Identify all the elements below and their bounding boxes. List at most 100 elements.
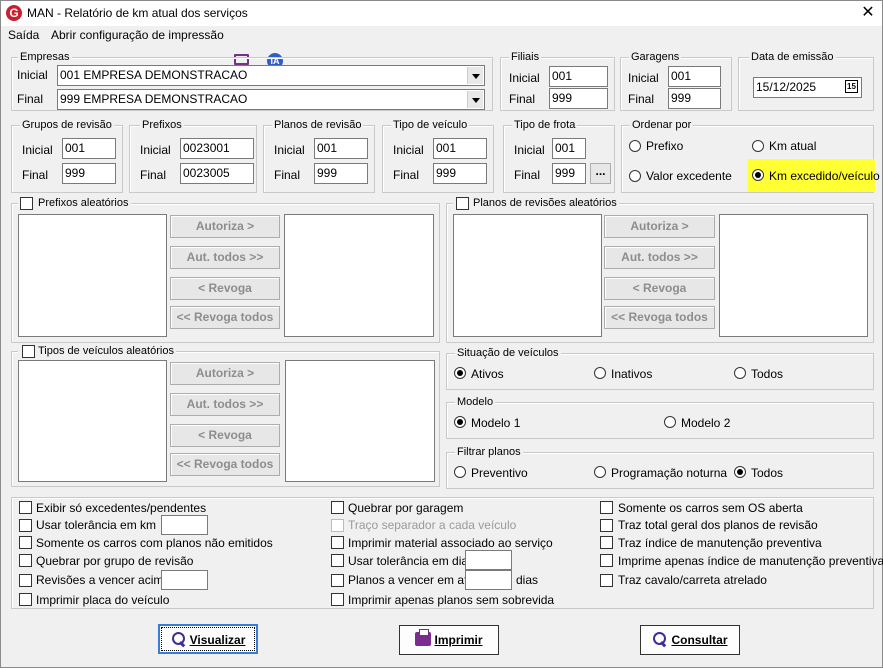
planos-available-list[interactable]: [453, 214, 602, 337]
opt-tolerancia-km-input[interactable]: [161, 515, 208, 535]
opt-exibir-excedentes-checkbox[interactable]: [19, 501, 32, 514]
opt-quebrar-grupo-checkbox[interactable]: [19, 554, 32, 567]
tipo-frota-final-input[interactable]: 999: [552, 163, 586, 184]
grupos-legend: Grupos de revisão: [20, 118, 114, 132]
tipo-frota-more-button[interactable]: ...: [590, 163, 611, 184]
tipos-autoriza-button[interactable]: Autoriza >: [170, 362, 280, 385]
planos-selected-list[interactable]: [719, 214, 868, 337]
planos-final-input[interactable]: 999: [314, 163, 368, 184]
tipos-selected-list[interactable]: [285, 360, 435, 482]
planos-aut-todos-button[interactable]: Aut. todos >>: [604, 246, 715, 269]
opt-total-geral-checkbox[interactable]: [600, 519, 613, 532]
tipo-frota-inicial-input[interactable]: 001: [552, 138, 586, 159]
close-icon[interactable]: ✕: [857, 3, 879, 23]
modelo-1-radio[interactable]: [454, 416, 466, 428]
opt-planos-vencer-input[interactable]: [465, 570, 512, 590]
empresas-final-value: 999 EMPRESA DEMONSTRACAO: [60, 92, 248, 106]
opt-material-checkbox[interactable]: [331, 536, 344, 549]
situacao-ativos-radio[interactable]: [454, 367, 466, 379]
planos-aleatorios-legend: Planos de revisões aleatórios: [453, 196, 619, 210]
situacao-inativos-radio[interactable]: [594, 367, 606, 379]
prefixos-revoga-button[interactable]: < Revoga: [170, 277, 280, 300]
grupos-final-input[interactable]: 999: [62, 163, 116, 184]
chevron-down-icon[interactable]: [467, 67, 483, 84]
imprimir-label: Imprimir: [434, 633, 483, 647]
tipos-available-list[interactable]: [18, 360, 167, 482]
tipos-revoga-todos-button[interactable]: << Revoga todos: [170, 453, 280, 476]
opt-indice-label: Traz índice de manutenção preventiva: [618, 536, 822, 550]
planos-autoriza-button[interactable]: Autoriza >: [604, 215, 715, 238]
chevron-down-icon[interactable]: [467, 91, 483, 108]
prefixos-aut-todos-button[interactable]: Aut. todos >>: [170, 246, 280, 269]
garagens-inicial-input[interactable]: 001: [668, 66, 721, 87]
menu-exit[interactable]: Saída: [8, 28, 39, 42]
opt-quebrar-garagem-checkbox[interactable]: [331, 501, 344, 514]
situacao-group: Situação de veículos: [446, 346, 874, 390]
opt-placa-checkbox[interactable]: [19, 593, 32, 606]
prefixos-revoga-todos-button[interactable]: << Revoga todos: [170, 306, 280, 329]
planos-revoga-button[interactable]: < Revoga: [604, 277, 715, 300]
prefixos-available-list[interactable]: [18, 214, 167, 337]
planos-inicial-label: Inicial: [274, 143, 305, 157]
empresas-inicial-combo[interactable]: 001 EMPRESA DEMONSTRACAO: [57, 65, 485, 86]
opt-carros-nao-emitidos-checkbox[interactable]: [19, 536, 32, 549]
grupos-inicial-input[interactable]: 001: [62, 138, 116, 159]
prefixos-autoriza-button[interactable]: Autoriza >: [170, 215, 280, 238]
prefixos-legend: Prefixos: [140, 118, 184, 132]
menu-print-config[interactable]: Abrir configuração de impressão: [51, 28, 224, 42]
consultar-button[interactable]: Consultar: [640, 625, 740, 655]
opt-tolerancia-km-checkbox[interactable]: [19, 519, 32, 532]
tipo-veiculo-inicial-input[interactable]: 001: [433, 138, 487, 159]
visualizar-button[interactable]: Visualizar: [158, 624, 258, 654]
opt-tolerancia-dias-input[interactable]: [465, 550, 512, 570]
garagens-final-input[interactable]: 999: [668, 88, 721, 109]
filiais-final-input[interactable]: 999: [549, 88, 608, 109]
opt-sem-os-checkbox[interactable]: [600, 501, 613, 514]
tipos-revoga-button[interactable]: < Revoga: [170, 424, 280, 447]
opt-exibir-excedentes-label: Exibir só excedentes/pendentes: [36, 501, 207, 515]
filtrar-todos-radio[interactable]: [734, 466, 746, 478]
prefixos-inicial-input[interactable]: 0023001: [180, 138, 254, 159]
prefixos-final-input[interactable]: 0023005: [180, 163, 254, 184]
prefixos-selected-list[interactable]: [284, 214, 434, 337]
planos-aleatorios-checkbox[interactable]: [456, 197, 469, 210]
opt-cavalo-label: Traz cavalo/carreta atrelado: [618, 573, 767, 587]
filiais-inicial-input[interactable]: 001: [549, 66, 608, 87]
tipos-aut-todos-button[interactable]: Aut. todos >>: [170, 393, 280, 416]
opt-cavalo-checkbox[interactable]: [600, 574, 613, 587]
planos-inicial-input[interactable]: 001: [314, 138, 368, 159]
opt-planos-vencer-checkbox[interactable]: [331, 574, 344, 587]
report-window: G MAN - Relatório de km atual dos serviç…: [0, 0, 883, 668]
ordenar-km-excedido-radio[interactable]: [752, 169, 764, 181]
grupos-inicial-label: Inicial: [22, 143, 53, 157]
opt-indice-checkbox[interactable]: [600, 536, 613, 549]
data-emissao-input[interactable]: 15/12/2025 15: [753, 77, 862, 98]
planos-final-label: Final: [274, 168, 301, 182]
filtrar-todos-label: Todos: [751, 466, 784, 480]
tipo-veiculo-final-input[interactable]: 999: [433, 163, 487, 184]
situacao-ativos-label: Ativos: [471, 367, 504, 381]
ordenar-valor-excedente-radio[interactable]: [629, 170, 641, 182]
calendar-icon[interactable]: 15: [845, 80, 858, 93]
empresas-final-combo[interactable]: 999 EMPRESA DEMONSTRACAO: [57, 89, 485, 110]
ordenar-km-atual-radio[interactable]: [752, 140, 764, 152]
opt-tolerancia-dias-checkbox[interactable]: [331, 554, 344, 567]
prefixos-inicial-label: Inicial: [140, 143, 171, 157]
planos-revoga-todos-button[interactable]: << Revoga todos: [604, 306, 715, 329]
opt-revisoes-vencer-input[interactable]: [161, 570, 208, 590]
filtrar-noturna-radio[interactable]: [594, 466, 606, 478]
filtrar-preventivo-radio[interactable]: [454, 466, 466, 478]
opt-revisoes-vencer-checkbox[interactable]: [19, 574, 32, 587]
opt-apenas-indice-checkbox[interactable]: [600, 554, 613, 567]
opt-sem-sobrevida-checkbox[interactable]: [331, 593, 344, 606]
prefixos-aleatorios-checkbox[interactable]: [20, 197, 33, 210]
opt-planos-vencer-label: Planos a vencer em até: [348, 573, 475, 587]
tipos-aleatorios-checkbox[interactable]: [22, 345, 35, 358]
opt-total-geral-label: Traz total geral dos planos de revisão: [618, 518, 818, 532]
ordenar-prefixo-radio[interactable]: [629, 140, 641, 152]
modelo-legend: Modelo: [455, 395, 496, 409]
opt-carros-nao-emitidos-label: Somente os carros com planos não emitido…: [36, 536, 273, 550]
situacao-todos-radio[interactable]: [734, 367, 746, 379]
modelo-2-radio[interactable]: [664, 416, 676, 428]
imprimir-button[interactable]: Imprimir: [399, 625, 499, 655]
